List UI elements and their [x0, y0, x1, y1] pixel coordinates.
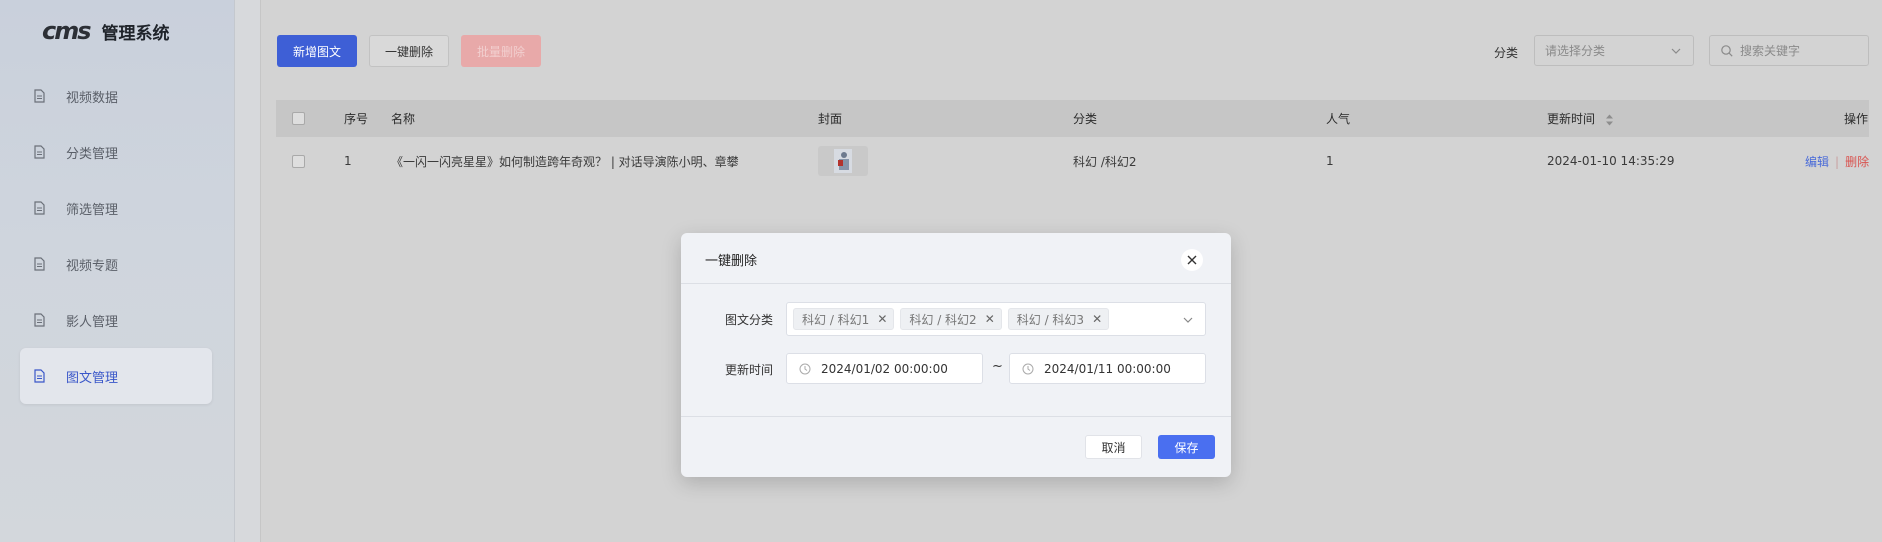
- article-category-label: 图文分类: [725, 313, 774, 327]
- batch-delete-button[interactable]: 批量删除: [461, 35, 541, 67]
- sidebar-item-video-topics[interactable]: 视频专题: [20, 236, 212, 292]
- category-select-placeholder: 请选择分类: [1545, 44, 1606, 58]
- category-tag-label: 科幻 / 科幻3: [1016, 312, 1085, 327]
- close-icon: [1187, 255, 1197, 265]
- header-index: 序号: [344, 112, 369, 126]
- header-actions: 操作: [1844, 112, 1869, 126]
- table-row: 1 《一闪一闪亮星星》如何制造跨年奇观？ | 对话导演陈小明、章攀 科幻 /科幻…: [276, 137, 1869, 185]
- clock-icon: [1022, 363, 1034, 374]
- search-placeholder: 搜索关键字: [1740, 44, 1801, 58]
- document-icon: [34, 145, 45, 159]
- sidebar-item-label: 分类管理: [66, 146, 119, 162]
- start-date-value: 2024/01/02 00:00:00: [821, 361, 948, 376]
- document-icon: [34, 89, 45, 103]
- category-select[interactable]: 请选择分类: [1534, 35, 1694, 66]
- sidebar-item-label: 筛选管理: [66, 202, 119, 218]
- edit-link[interactable]: 编辑: [1805, 155, 1829, 169]
- cms-logo-icon: cms: [42, 17, 92, 45]
- table-header: 序号 名称 封面 分类 人气 更新时间 操作: [276, 100, 1869, 137]
- chevron-down-icon: [1183, 317, 1193, 323]
- chevron-down-icon: [1671, 48, 1681, 54]
- category-tag: 科幻 / 科幻3 ✕: [1007, 308, 1110, 330]
- one-click-delete-button[interactable]: 一键删除: [369, 35, 449, 67]
- row-actions: 编辑 | 删除: [1805, 153, 1869, 170]
- row-cover-image[interactable]: [818, 146, 868, 176]
- save-button[interactable]: 保存: [1158, 435, 1215, 459]
- header-updated[interactable]: 更新时间: [1547, 110, 1614, 127]
- row-updated: 2024-01-10 14:35:29: [1547, 154, 1675, 168]
- cancel-button[interactable]: 取消: [1085, 435, 1142, 459]
- sort-icon[interactable]: [1605, 114, 1614, 126]
- document-icon: [34, 313, 45, 327]
- update-time-label: 更新时间: [725, 363, 774, 377]
- remove-tag-icon[interactable]: ✕: [877, 312, 887, 326]
- remove-tag-icon[interactable]: ✕: [985, 312, 995, 326]
- header-name: 名称: [391, 112, 416, 126]
- action-separator: |: [1835, 154, 1840, 169]
- category-tag-label: 科幻 / 科幻2: [909, 312, 977, 327]
- app-title: 管理系统: [101, 23, 170, 44]
- dialog-divider-bottom: [681, 416, 1231, 417]
- header-popularity: 人气: [1326, 112, 1351, 126]
- sidebar-item-filter-management[interactable]: 筛选管理: [20, 180, 212, 236]
- category-tag: 科幻 / 科幻2 ✕: [900, 308, 1002, 330]
- row-index: 1: [344, 154, 352, 168]
- clock-icon: [799, 363, 811, 374]
- add-article-button[interactable]: 新增图文: [277, 35, 357, 67]
- article-table: 序号 名称 封面 分类 人气 更新时间 操作 1 《一闪一闪亮星星》如何制造跨年…: [276, 100, 1869, 185]
- end-date-input[interactable]: 2024/01/11 00:00:00: [1009, 353, 1206, 384]
- document-icon: [34, 369, 45, 383]
- row-checkbox[interactable]: [292, 154, 305, 168]
- sidebar-item-video-data[interactable]: 视频数据: [20, 68, 212, 124]
- sidebar-item-category-management[interactable]: 分类管理: [20, 124, 212, 180]
- sidebar-item-label: 视频专题: [66, 258, 119, 274]
- header-updated-label: 更新时间: [1547, 112, 1596, 126]
- category-filter-label: 分类: [1494, 46, 1519, 60]
- category-tag-label: 科幻 / 科幻1: [802, 312, 870, 327]
- logo-mark-text: cms: [42, 17, 92, 45]
- one-click-delete-dialog: 一键删除 图文分类 科幻 / 科幻1 ✕ 科幻 / 科幻2 ✕ 科幻 / 科幻3…: [681, 233, 1231, 477]
- document-icon: [34, 201, 45, 215]
- row-category: 科幻 /科幻2: [1073, 154, 1137, 169]
- remove-tag-icon[interactable]: ✕: [1092, 312, 1102, 326]
- close-button[interactable]: [1181, 249, 1203, 271]
- select-all-checkbox[interactable]: [292, 112, 305, 125]
- header-category: 分类: [1073, 112, 1098, 126]
- delete-link[interactable]: 删除: [1845, 155, 1869, 169]
- cover-thumbnail-icon: [834, 149, 852, 173]
- end-date-value: 2024/01/11 00:00:00: [1044, 361, 1171, 376]
- header-cover: 封面: [818, 112, 843, 126]
- date-range-separator: ~: [992, 359, 1003, 374]
- app-logo: cms 管理系统: [42, 18, 170, 44]
- dialog-divider-top: [681, 283, 1231, 284]
- sidebar-item-label: 视频数据: [66, 90, 119, 106]
- dialog-title: 一键删除: [705, 254, 758, 269]
- start-date-input[interactable]: 2024/01/02 00:00:00: [786, 353, 983, 384]
- sidebar-item-label: 影人管理: [66, 314, 119, 330]
- sidebar: cms 管理系统 视频数据 分类管理 筛选管理 视频专题 影人管理 图文管理: [0, 0, 235, 542]
- sidebar-item-label: 图文管理: [66, 370, 119, 386]
- sidebar-menu: 视频数据 分类管理 筛选管理 视频专题 影人管理 图文管理: [20, 68, 212, 404]
- category-tag: 科幻 / 科幻1 ✕: [793, 308, 895, 330]
- row-popularity: 1: [1326, 154, 1334, 168]
- row-name: 《一闪一闪亮星星》如何制造跨年奇观？ | 对话导演陈小明、章攀: [391, 154, 739, 169]
- sidebar-item-people-management[interactable]: 影人管理: [20, 292, 212, 348]
- search-icon: [1721, 44, 1733, 57]
- document-icon: [34, 257, 45, 271]
- article-category-multiselect[interactable]: 科幻 / 科幻1 ✕ 科幻 / 科幻2 ✕ 科幻 / 科幻3 ✕: [786, 302, 1206, 336]
- search-input[interactable]: 搜索关键字: [1709, 35, 1869, 66]
- sidebar-item-article-management[interactable]: 图文管理: [20, 348, 212, 404]
